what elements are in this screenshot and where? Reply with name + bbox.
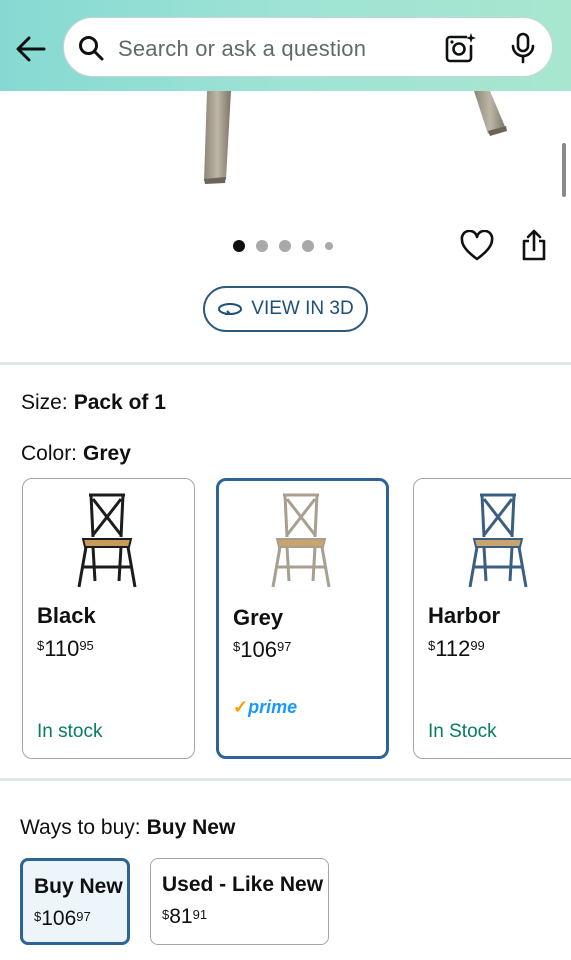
stock-status: In Stock bbox=[428, 721, 497, 742]
product-image[interactable] bbox=[0, 91, 571, 201]
swatch-price: $11299 bbox=[428, 636, 485, 661]
size-value: Pack of 1 bbox=[73, 391, 166, 414]
section-divider bbox=[0, 778, 571, 781]
share-icon[interactable] bbox=[520, 228, 548, 262]
color-swatch-black[interactable]: Black $11095 In stock bbox=[22, 478, 195, 759]
ways-to-buy-row: Ways to buy: Buy New bbox=[20, 816, 235, 840]
swatch-price: $10697 bbox=[233, 637, 292, 662]
used-like-new-option[interactable]: Used - Like New $8191 bbox=[150, 858, 329, 945]
ways-to-buy-label: Ways to buy: bbox=[20, 816, 141, 839]
swatch-name: Grey bbox=[233, 605, 284, 630]
swatch-name: Harbor bbox=[428, 603, 501, 628]
chair-thumbnail-black bbox=[77, 493, 137, 588]
buy-option-price: $10697 bbox=[34, 907, 91, 930]
search-bar[interactable]: Search or ask a question bbox=[63, 17, 553, 77]
buy-option-price: $8191 bbox=[162, 905, 208, 928]
carousel-dot[interactable] bbox=[233, 240, 245, 252]
buy-option-name: Buy New bbox=[34, 875, 123, 898]
carousel-dot[interactable] bbox=[256, 240, 268, 252]
back-arrow-icon[interactable] bbox=[14, 32, 48, 66]
color-swatch-grey[interactable]: Grey $10697 ✓prime bbox=[216, 478, 389, 759]
stock-status: In stock bbox=[37, 721, 103, 742]
heart-icon[interactable] bbox=[460, 230, 494, 262]
prime-label: prime bbox=[248, 697, 298, 717]
rotate-3d-icon bbox=[218, 303, 243, 315]
buy-new-option[interactable]: Buy New $10697 bbox=[20, 858, 130, 945]
prime-check-icon: ✓ bbox=[233, 697, 249, 717]
view-in-3d-button[interactable]: VIEW IN 3D bbox=[203, 286, 368, 332]
swatch-price: $11095 bbox=[37, 636, 94, 661]
color-label: Color: bbox=[21, 442, 78, 465]
chair-thumbnail-harbor bbox=[468, 493, 528, 588]
size-row: Size: Pack of 1 bbox=[21, 391, 166, 415]
search-input[interactable]: Search or ask a question bbox=[118, 36, 366, 62]
ways-to-buy-value: Buy New bbox=[146, 816, 236, 839]
top-header: Search or ask a question bbox=[0, 0, 571, 91]
color-swatch-harbor[interactable]: Harbor $11299 In Stock bbox=[413, 478, 571, 759]
carousel-dot[interactable] bbox=[302, 240, 314, 252]
view-in-3d-label: VIEW IN 3D bbox=[251, 298, 354, 319]
microphone-icon[interactable] bbox=[510, 32, 536, 64]
image-carousel-dots[interactable] bbox=[233, 240, 333, 252]
carousel-dot[interactable] bbox=[325, 242, 333, 250]
buy-option-name: Used - Like New bbox=[162, 873, 324, 896]
search-icon bbox=[79, 36, 104, 61]
size-label: Size: bbox=[21, 391, 68, 414]
prime-badge: ✓prime bbox=[233, 697, 297, 718]
section-divider bbox=[0, 362, 571, 365]
carousel-dot[interactable] bbox=[279, 240, 291, 252]
camera-lens-icon[interactable] bbox=[444, 32, 476, 64]
swatch-name: Black bbox=[37, 603, 96, 628]
color-value: Grey bbox=[83, 442, 131, 465]
scrollbar[interactable] bbox=[562, 143, 566, 197]
product-photo-chair-legs bbox=[204, 91, 507, 184]
color-row: Color: Grey bbox=[21, 442, 131, 466]
chair-thumbnail-grey bbox=[271, 493, 331, 588]
